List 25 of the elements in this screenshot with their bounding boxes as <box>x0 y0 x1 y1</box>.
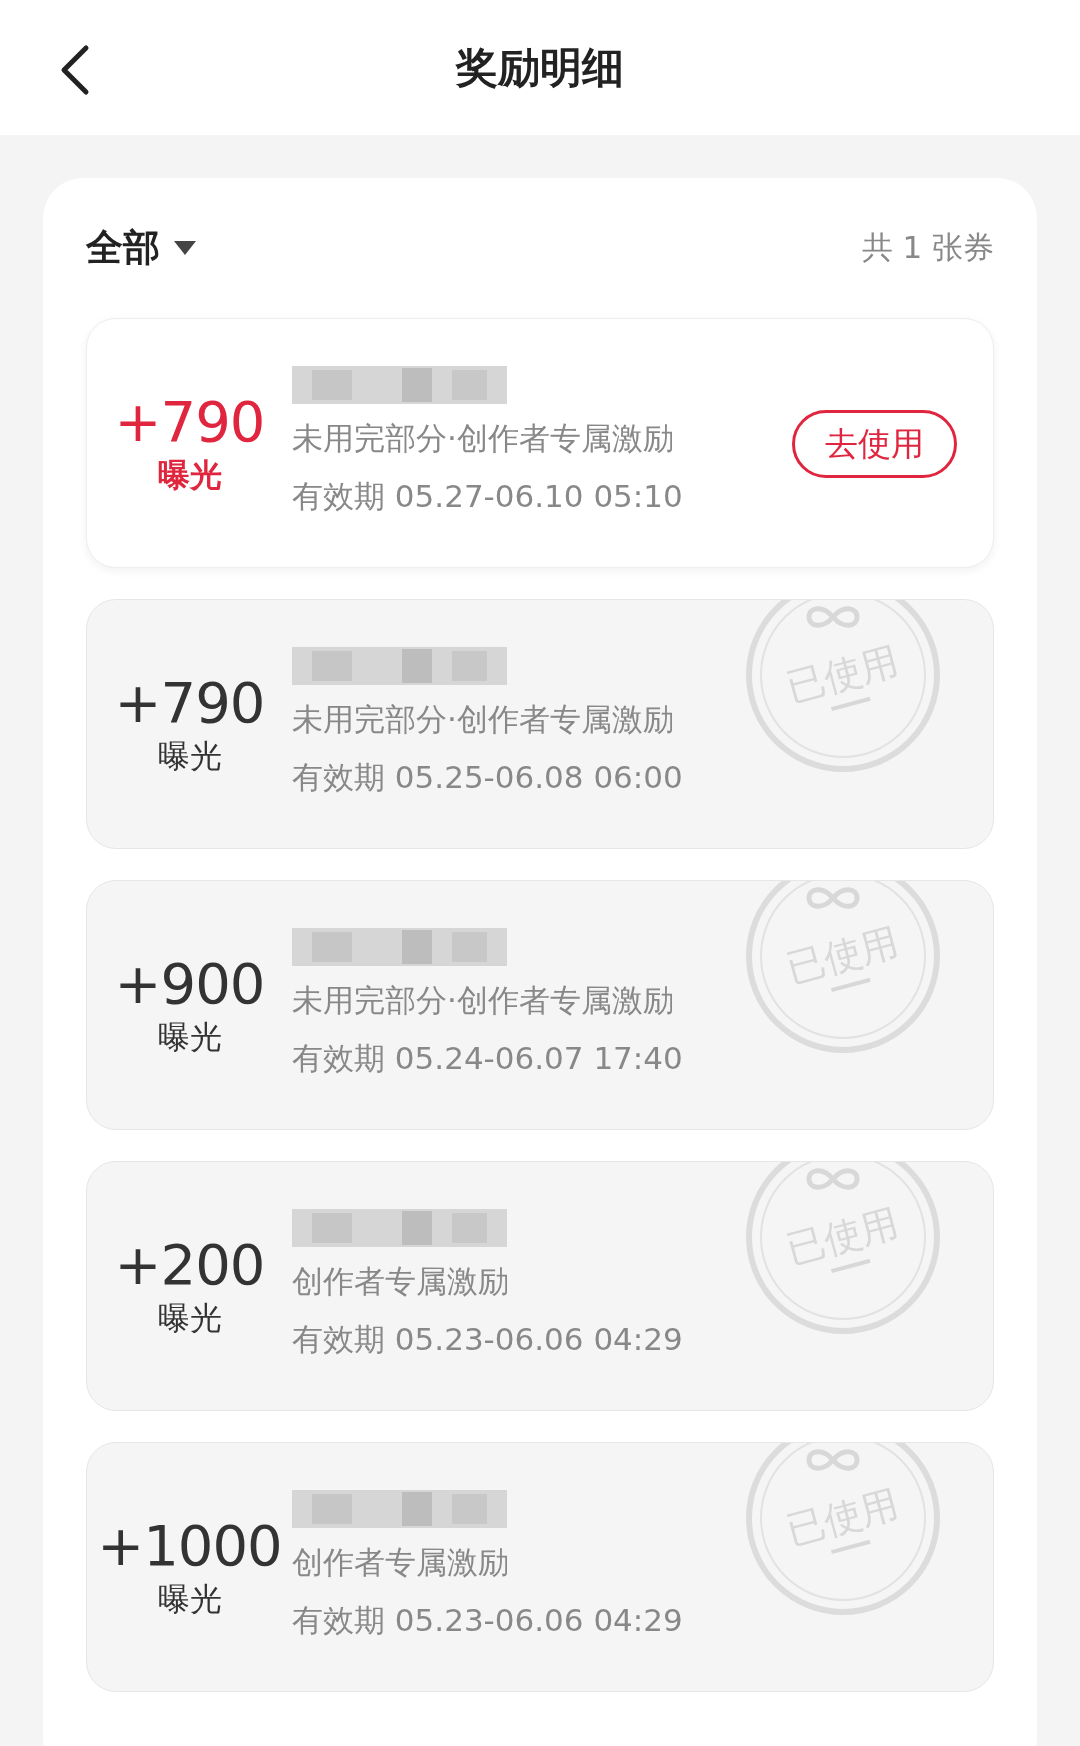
coupon-description: 创作者专属激励 <box>292 1543 509 1582</box>
coupon-amount: +1000 <box>97 1514 282 1578</box>
validity-period: 有效期 05.23-06.06 04:29 <box>292 1601 683 1640</box>
coupon-amount: +790 <box>114 671 265 735</box>
validity-period: 有效期 05.27-06.10 05:10 <box>292 477 683 516</box>
validity-period: 有效期 05.23-06.06 04:29 <box>292 1320 683 1359</box>
coupon-amount: +900 <box>114 952 265 1016</box>
use-button[interactable]: 去使用 <box>792 410 957 478</box>
coupon-amount: +200 <box>114 1233 265 1297</box>
validity-period: 有效期 05.24-06.07 17:40 <box>292 1039 683 1078</box>
coupon-description: 未用完部分·创作者专属激励 <box>292 419 674 458</box>
page-title: 奖励明细 <box>456 41 624 94</box>
caret-icon <box>174 241 196 255</box>
coupon-description: 未用完部分·创作者专属激励 <box>292 981 674 1020</box>
coupon-unit: 曝光 <box>157 455 222 496</box>
coupon-unit: 曝光 <box>157 1298 222 1339</box>
validity-period: 有效期 05.25-06.08 06:00 <box>292 758 683 797</box>
coupon-unit: 曝光 <box>157 1017 222 1058</box>
coupon-count: 共 1 张券 <box>861 228 994 267</box>
coupon-amount: +790 <box>114 390 265 454</box>
filter-dropdown[interactable]: 全部 <box>86 223 196 273</box>
coupon-unit: 曝光 <box>157 736 222 777</box>
coupon-unit: 曝光 <box>157 1579 222 1620</box>
coupon-description: 未用完部分·创作者专属激励 <box>292 700 674 739</box>
coupon-description: 创作者专属激励 <box>292 1262 509 1301</box>
